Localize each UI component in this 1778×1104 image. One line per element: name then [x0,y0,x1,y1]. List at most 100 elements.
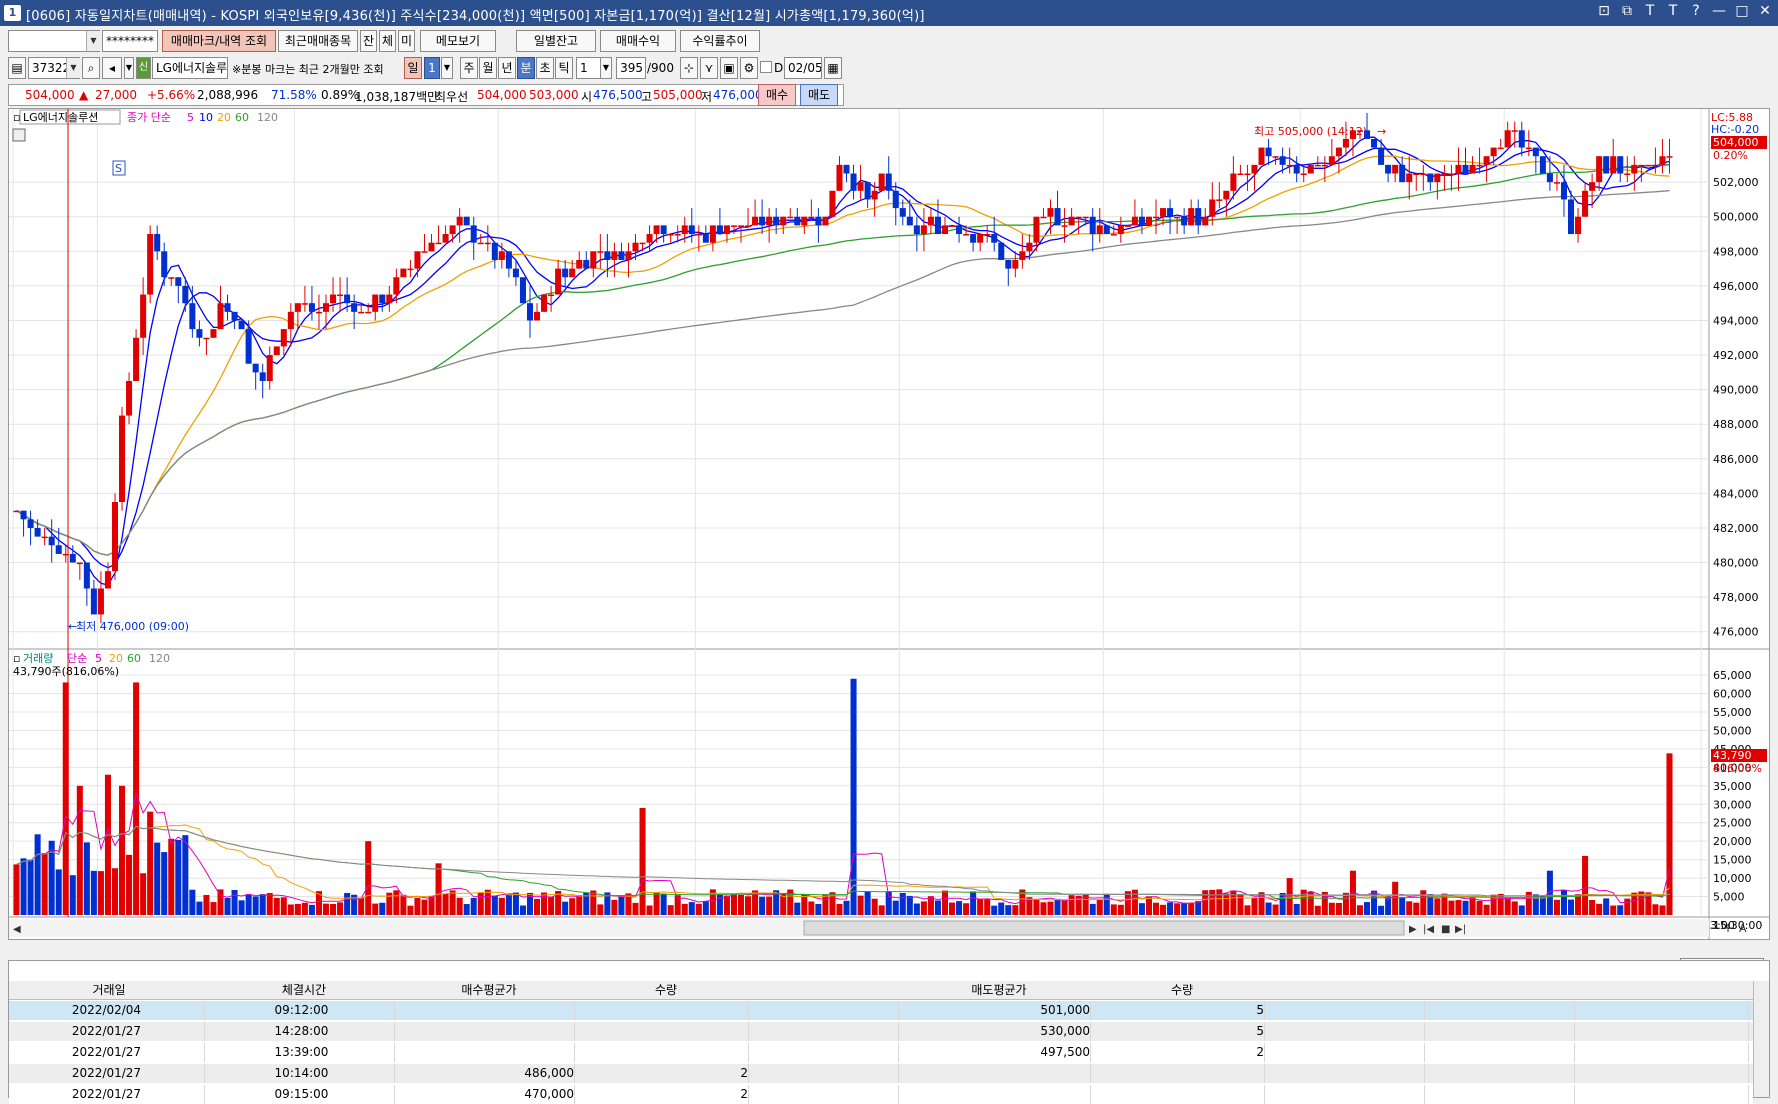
candle-body [1110,234,1117,236]
candle-body [808,216,815,219]
period-second-tab[interactable]: 초 [536,57,554,79]
candle-body [836,164,843,191]
trade-mark-query-button[interactable]: 매매마크/내역 조회 [162,30,276,52]
volume-bar [442,893,449,915]
volume-bar [1103,893,1110,915]
candle-body [90,588,97,615]
volume-bar [639,807,646,915]
candle-body [892,190,899,209]
zoom-in-icon[interactable]: + [1723,921,1733,935]
candle-body [435,242,442,245]
date-input[interactable]: 02/05 [784,57,822,79]
maximize-button[interactable]: □ [1735,3,1749,19]
vol-legend-ma60: 60 [127,652,141,665]
balance-button[interactable]: 잔 [360,30,377,52]
candle-body [1237,173,1244,176]
scroll-right-icon[interactable]: ▶ [1409,924,1417,935]
recent-trade-items-button[interactable]: 최근매매종목 [278,30,358,52]
table-cell: 13:39:00 [209,1043,395,1062]
candle-body [287,311,294,330]
period-minute-tab[interactable]: 분 [517,57,535,79]
volume-bar [245,894,252,915]
volume-bar [294,903,301,915]
password-field[interactable]: ******** [102,30,158,52]
tile-icon[interactable]: ⧉ [1620,3,1634,19]
candle-body [555,268,562,295]
trend-tool-icon[interactable]: ⋎ [700,57,718,79]
candle-body [625,251,632,260]
period-dropdown-icon[interactable]: ▼ [441,57,453,79]
period-year-tab[interactable]: 년 [498,57,516,79]
table-scrollbar[interactable] [1753,981,1769,1097]
volume-bar [660,893,667,915]
daily-balance-button[interactable]: 일별잔고 [516,30,596,52]
date-checkbox[interactable] [760,61,772,73]
table-row[interactable]: 2022/02/04 09:12:00 501,000 5 [9,1001,1753,1020]
memo-view-button[interactable]: 메모보기 [420,30,496,52]
table-row[interactable]: 2022/01/27 14:28:00 530,000 5 [9,1022,1753,1041]
candle-body [1258,147,1265,165]
period-value-field[interactable]: 1 [424,57,440,79]
period-week-tab[interactable]: 주 [460,57,478,79]
executed-button[interactable]: 체 [379,30,396,52]
candle-body [1138,216,1145,226]
trade-profit-button[interactable]: 매매수익 [600,30,676,52]
table-toggle-icon[interactable] [12,128,26,142]
period-month-tab[interactable]: 월 [479,57,497,79]
candle-body [1279,156,1286,165]
restore-layout-icon[interactable]: ⊡ [1597,3,1611,19]
candle-body [301,303,308,305]
table-row[interactable]: 2022/01/27 13:39:00 497,500 2 [9,1043,1753,1062]
search-icon[interactable]: ⌕ [82,57,100,79]
tick-dropdown-icon[interactable]: ▼ [600,57,612,79]
table-row[interactable]: 2022/01/27 10:14:00 486,000 2 [9,1064,1753,1083]
price-volume-chart[interactable]: 502,000 500,000 498,000 496,000 494,000 492,0… [9,109,1769,939]
candle-body [34,527,41,537]
candle-body [562,268,569,278]
bar-count-field[interactable]: 395 [616,57,646,79]
calendar-icon[interactable]: ▦ [824,57,842,79]
candle-body [576,259,583,269]
candle-body [505,251,512,269]
unexecuted-button[interactable]: 미 [398,30,415,52]
settings-gear-icon[interactable]: ⚙ [740,57,758,79]
buy-button[interactable]: 매수 [758,84,796,106]
volume-bar [280,897,287,915]
hc-label: HC:-0.20 [1711,123,1759,136]
scroll-last-icon[interactable]: ▶| [1455,924,1466,935]
minimize-button[interactable]: — [1712,3,1726,19]
up-arrow-icon: ▲ [79,88,89,102]
layout-icon[interactable]: ▤ [8,57,26,79]
scroll-stop-icon[interactable]: ■ [1441,924,1450,935]
code-dropdown-icon[interactable]: ▼ [66,58,80,78]
auto-scale-icon[interactable]: A [1739,922,1747,935]
zoom-out-icon[interactable]: − [1709,921,1719,935]
speaker-icon[interactable]: ◂ [102,57,122,79]
period-tick-tab[interactable]: 틱 [555,57,573,79]
candle-body [1399,164,1406,183]
profit-rate-trend-button[interactable]: 수익률추이 [680,30,760,52]
volume-bar [140,873,147,915]
text-size-icon[interactable]: T [1666,3,1680,19]
volume-bar [1040,902,1047,915]
candle-body [456,216,463,226]
candle-body [941,225,949,235]
period-day-tab[interactable]: 일 [404,57,422,79]
save-icon[interactable]: ▣ [720,57,738,79]
help-icon[interactable]: ? [1689,3,1703,19]
current-price: 504,000 [25,88,75,102]
speaker-dropdown-icon[interactable]: ▼ [124,57,134,79]
scroll-first-icon[interactable]: |◀ [1423,924,1434,935]
scroll-left-icon[interactable]: ◀ [13,924,21,935]
crosshair-icon[interactable]: ⊹ [680,57,698,79]
table-row[interactable]: 2022/01/27 09:15:00 470,000 2 [9,1085,1753,1104]
table-cell [753,1085,899,1104]
sell-button[interactable]: 매도 [800,84,838,106]
open-label: 시 [581,90,593,104]
font-icon[interactable]: T [1643,3,1657,19]
chart-panel[interactable]: 502,000 500,000 498,000 496,000 494,000 492,0… [8,108,1770,940]
candle-body [674,234,681,236]
scrollbar-thumb[interactable] [803,920,1405,936]
close-button[interactable]: ✕ [1758,3,1772,19]
account-dropdown-icon[interactable]: ▼ [86,31,100,51]
